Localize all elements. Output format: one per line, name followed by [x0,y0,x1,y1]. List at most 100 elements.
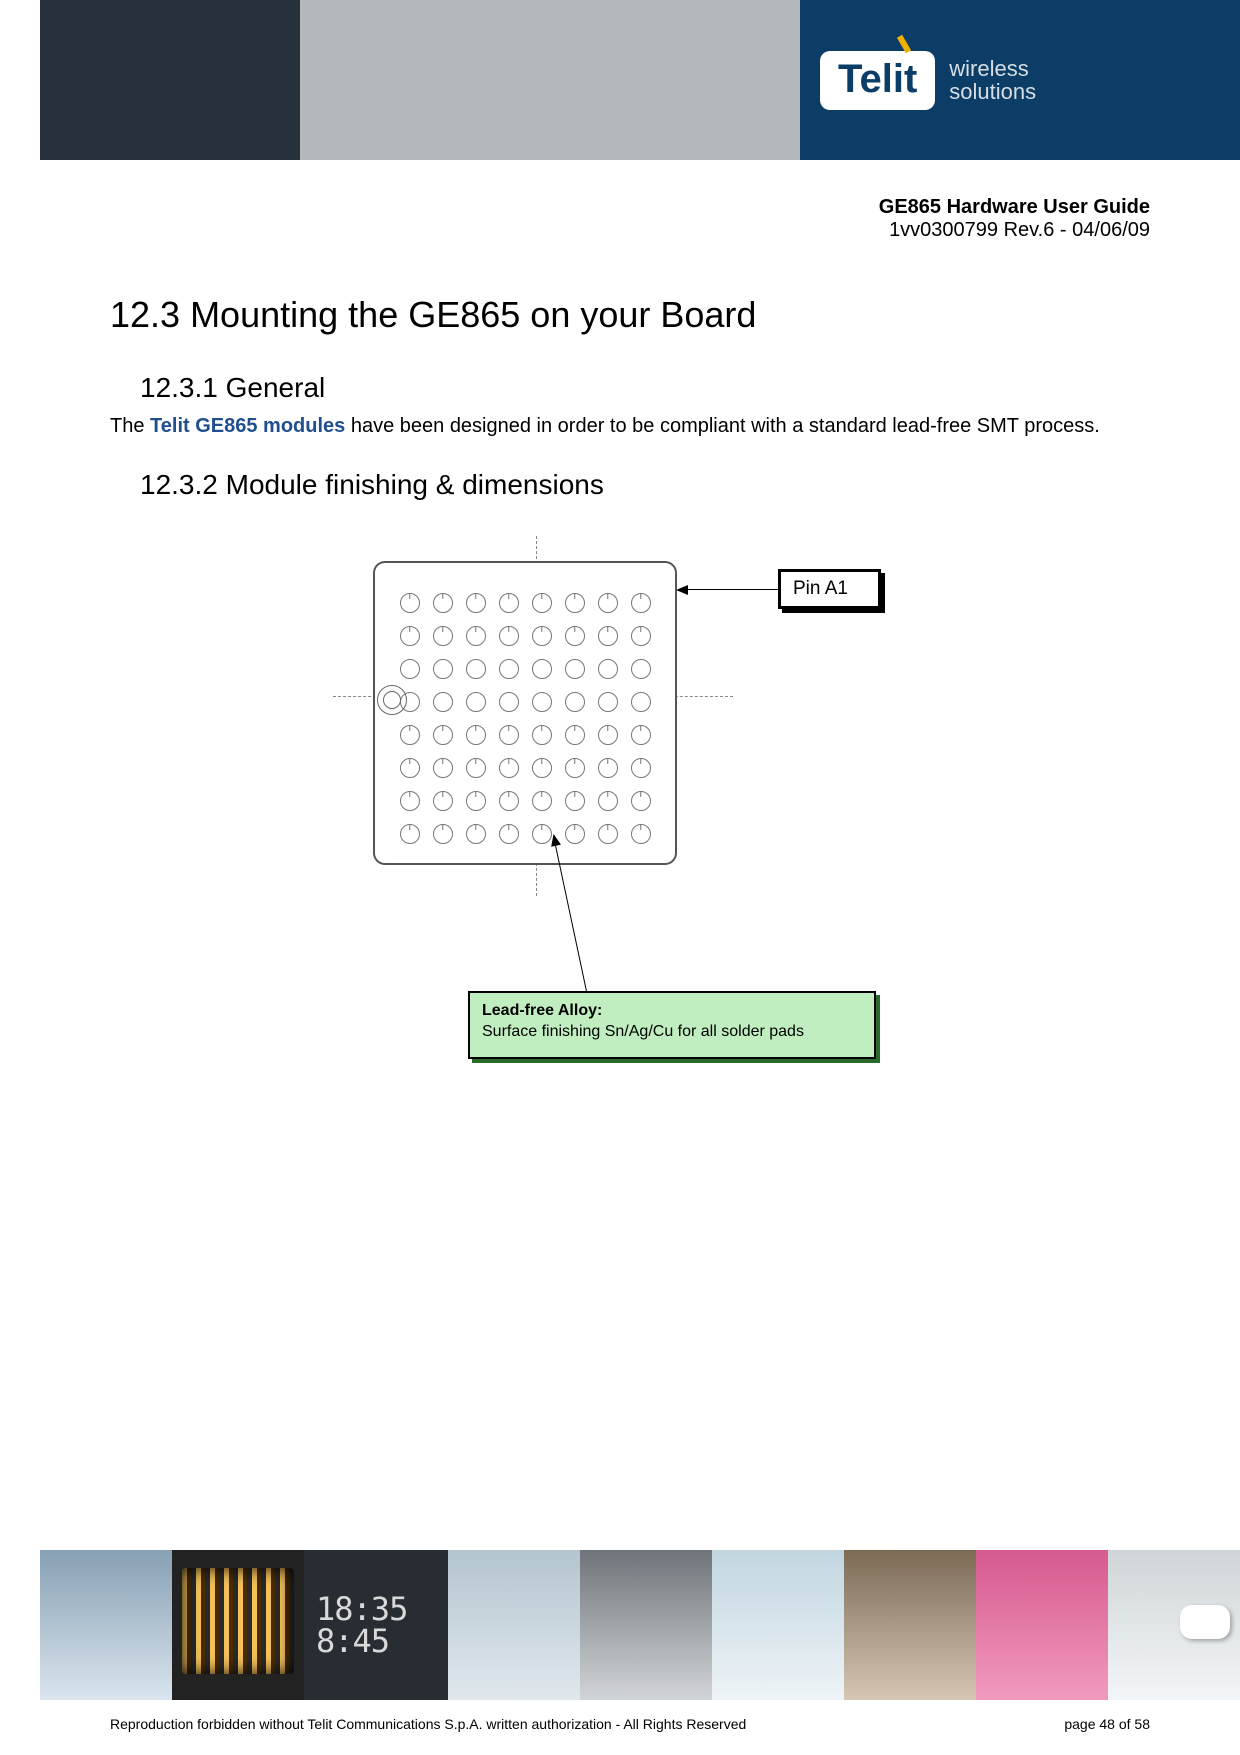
alloy-arrow [553,836,554,996]
general-paragraph: The Telit GE865 modules have been design… [110,414,1156,439]
solder-pad [400,593,420,613]
solder-pad [499,725,519,745]
solder-pad [466,758,486,778]
alloy-title: Lead-free Alloy: [482,1001,862,1022]
solder-pad [565,725,585,745]
solder-pad [499,824,519,844]
solder-pad [400,791,420,811]
solder-pad [433,659,453,679]
solder-pad [499,758,519,778]
solder-pad [631,692,651,712]
section-heading: 12.3 Mounting the GE865 on your Board [110,294,1156,336]
solder-pad [532,692,552,712]
solder-pad [565,659,585,679]
arrow-line-icon [678,589,778,590]
solder-pad [499,791,519,811]
solder-pad [565,692,585,712]
header-darkblue-block [40,0,300,160]
solder-pad [532,659,552,679]
solder-pad [433,593,453,613]
footer-line: Reproduction forbidden without Telit Com… [110,1716,1150,1732]
solder-pad [532,725,552,745]
copyright-text: Reproduction forbidden without Telit Com… [110,1716,746,1732]
solder-pad [400,692,420,712]
solder-pad [433,758,453,778]
module-name: Telit GE865 modules [150,415,345,437]
solder-pad [499,626,519,646]
tagline-line2: solutions [949,80,1036,103]
footer-photo-2 [172,1550,304,1700]
solder-pad [433,791,453,811]
solder-pad [532,791,552,811]
solder-pad [598,791,618,811]
telit-logo: Telit [820,51,935,110]
solder-pad [598,692,618,712]
header-grey-block [300,0,800,160]
footer-photo-1 [40,1550,172,1700]
doc-title: GE865 Hardware User Guide [0,196,1150,219]
solder-pad [598,626,618,646]
solder-pad [466,692,486,712]
solder-pad [433,725,453,745]
solder-pad [565,824,585,844]
solder-pad [400,659,420,679]
pin-a1-label: Pin A1 [778,569,881,609]
solder-pad [532,824,552,844]
lead-free-alloy-note: Lead-free Alloy: Surface finishing Sn/Ag… [468,991,876,1059]
solder-pad [598,758,618,778]
pin-a1-callout: Pin A1 [678,569,881,609]
solder-pad [466,593,486,613]
general-text-pre: The [110,415,150,437]
solder-pad [466,626,486,646]
solder-pad [466,791,486,811]
solder-pad [631,659,651,679]
solder-pad [631,758,651,778]
telit-logo-accent [897,34,911,53]
footer-photo-6 [712,1550,844,1700]
solder-pad [631,593,651,613]
solder-pad [631,824,651,844]
solder-pad [598,725,618,745]
footer-photo-9 [1108,1550,1240,1700]
solder-pad [400,824,420,844]
footer-photo-clock: 18:35 8:45 [304,1550,448,1700]
doc-revision: 1vv0300799 Rev.6 - 04/06/09 [0,219,1150,242]
header-logo-block: Telit wireless solutions [800,0,1240,160]
footer-photo-8 [976,1550,1108,1700]
solder-pad [466,725,486,745]
clock-time-bottom: 8:45 [316,1625,448,1657]
general-text-post: have been designed in order to be compli… [345,415,1100,437]
solder-pad [466,659,486,679]
solder-pad [565,758,585,778]
solder-pad [499,659,519,679]
footer-photo-5 [580,1550,712,1700]
telit-logo-text: Telit [838,57,917,101]
solder-pad-grid [393,586,657,850]
solder-pad [400,725,420,745]
solder-pad [532,626,552,646]
tagline-line1: wireless [949,57,1036,80]
header-band: Telit wireless solutions [0,0,1240,160]
solder-pad [565,791,585,811]
solder-pad [598,824,618,844]
solder-pad [631,626,651,646]
solder-pad [565,626,585,646]
solder-pad [433,824,453,844]
solder-pad [400,626,420,646]
subsection-general-heading: 12.3.1 General [140,372,1156,404]
subsection-dimensions-heading: 12.3.2 Module finishing & dimensions [140,469,1156,501]
footer-photo-7 [844,1550,976,1700]
solder-pad [565,593,585,613]
footer-image-strip: 18:35 8:45 [40,1550,1240,1700]
alloy-text: Surface finishing Sn/Ag/Cu for all solde… [482,1022,862,1043]
solder-pad [466,824,486,844]
telit-tagline: wireless solutions [949,57,1036,103]
solder-pad [499,593,519,613]
clock-time-top: 18:35 [316,1593,448,1625]
solder-pad [598,593,618,613]
solder-pad [433,692,453,712]
solder-pad [532,758,552,778]
solder-pad [598,659,618,679]
document-header: GE865 Hardware User Guide 1vv0300799 Rev… [0,160,1240,242]
solder-pad [631,725,651,745]
